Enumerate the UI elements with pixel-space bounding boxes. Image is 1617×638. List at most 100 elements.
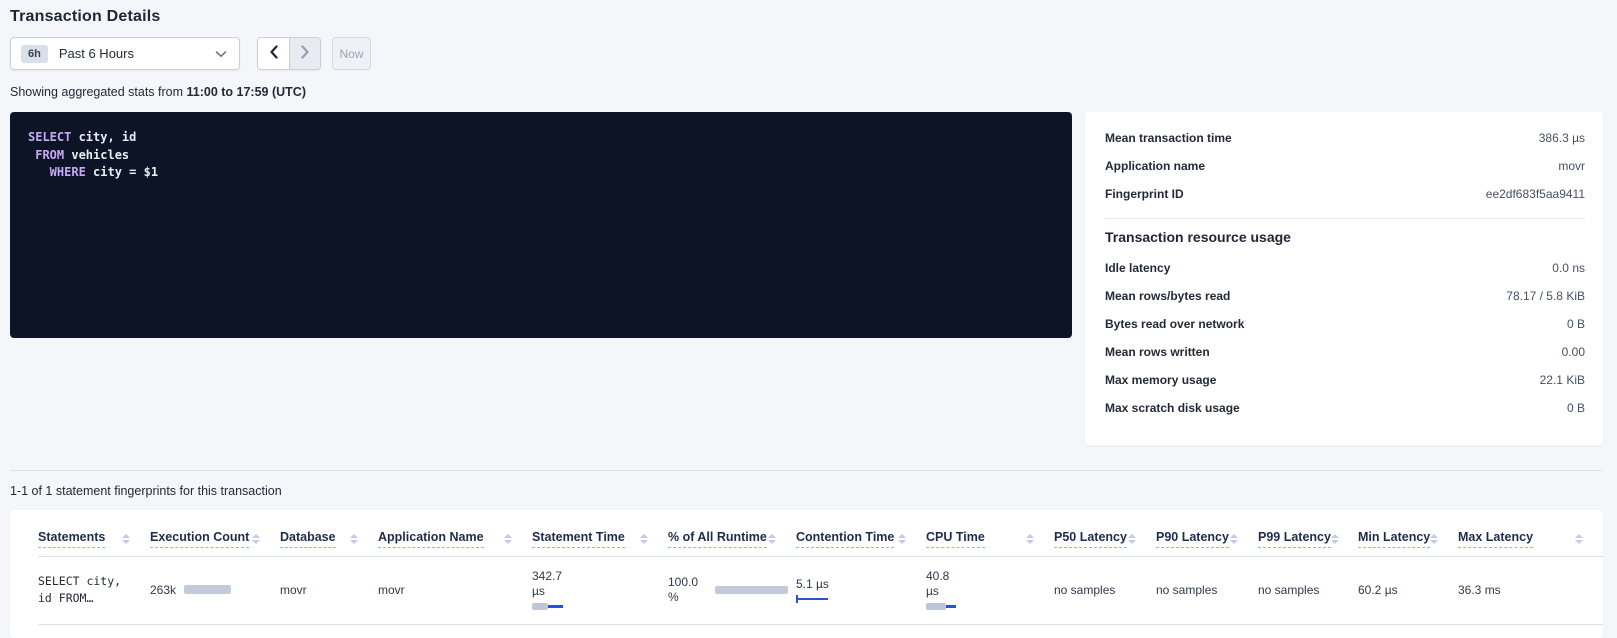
page-title: Transaction Details bbox=[10, 8, 1603, 26]
column-label: % of All Runtime bbox=[668, 530, 767, 548]
stat-row-application-name: Application name movr bbox=[1105, 152, 1585, 180]
aggregation-range-text: Showing aggregated stats from 11:00 to 1… bbox=[10, 85, 1603, 99]
column-header-percent-of-all-runtime[interactable]: % of All Runtime bbox=[668, 530, 796, 557]
sort-icon[interactable] bbox=[252, 534, 260, 544]
chevron-left-icon bbox=[269, 45, 279, 62]
statements-table: Statements Execution Count Database Appl… bbox=[38, 530, 1603, 625]
statement-link[interactable]: SELECT city, id FROM… bbox=[38, 573, 134, 607]
min-latency-value: 60.2 µs bbox=[1358, 583, 1398, 597]
cell-p99-latency: no samples bbox=[1258, 557, 1358, 625]
stat-label: Idle latency bbox=[1105, 261, 1170, 275]
cell-execution-count: 263k bbox=[150, 557, 280, 625]
section-divider bbox=[10, 470, 1603, 471]
sql-keyword: FROM bbox=[28, 148, 64, 162]
sort-icon[interactable] bbox=[1026, 534, 1034, 544]
cell-p50-latency: no samples bbox=[1054, 557, 1156, 625]
column-header-p50-latency[interactable]: P50 Latency bbox=[1054, 530, 1156, 557]
cell-database: movr bbox=[280, 557, 378, 625]
stat-label: Mean transaction time bbox=[1105, 131, 1232, 145]
cell-percent-of-all-runtime: 100.0 % bbox=[668, 557, 796, 625]
cell-application-name: movr bbox=[378, 557, 532, 625]
stat-row-max-memory-usage: Max memory usage 22.1 KiB bbox=[1105, 366, 1585, 394]
stat-value: movr bbox=[1558, 159, 1585, 173]
statements-table-card: Statements Execution Count Database Appl… bbox=[10, 510, 1603, 638]
table-header-row: Statements Execution Count Database Appl… bbox=[38, 530, 1603, 557]
aggregation-range-value: 11:00 to 17:59 (UTC) bbox=[187, 85, 306, 99]
cell-p90-latency: no samples bbox=[1156, 557, 1258, 625]
stat-value: 0.00 bbox=[1562, 345, 1585, 359]
time-controls: 6h Past 6 Hours Now bbox=[10, 37, 1603, 70]
column-label: P99 Latency bbox=[1258, 530, 1331, 548]
column-header-p99-latency[interactable]: P99 Latency bbox=[1258, 530, 1358, 557]
stat-value: ee2df683f5aa9411 bbox=[1486, 187, 1585, 201]
transaction-details-page: Transaction Details 6h Past 6 Hours Now bbox=[0, 0, 1617, 638]
sort-icon[interactable] bbox=[640, 534, 648, 544]
cell-cpu-time: 40.8 µs bbox=[926, 557, 1054, 625]
sort-icon[interactable] bbox=[898, 534, 906, 544]
column-header-p90-latency[interactable]: P90 Latency bbox=[1156, 530, 1258, 557]
cell-max-latency: 36.3 ms bbox=[1458, 557, 1603, 625]
stat-row-idle-latency: Idle latency 0.0 ns bbox=[1105, 254, 1585, 282]
contention-time-bar bbox=[796, 595, 829, 603]
prev-time-button[interactable] bbox=[258, 38, 289, 69]
percent-runtime-value: 100.0 % bbox=[668, 575, 707, 605]
stat-value: 0 B bbox=[1567, 401, 1585, 415]
p90-latency-value: no samples bbox=[1156, 583, 1217, 597]
time-range-label: Past 6 Hours bbox=[59, 46, 134, 61]
column-header-statements[interactable]: Statements bbox=[38, 530, 150, 557]
sql-text: city = $1 bbox=[86, 165, 158, 179]
stat-row-fingerprint-id: Fingerprint ID ee2df683f5aa9411 bbox=[1105, 180, 1585, 208]
time-nav-group bbox=[257, 37, 321, 70]
column-header-statement-time[interactable]: Statement Time bbox=[532, 530, 668, 557]
sort-icon[interactable] bbox=[504, 534, 512, 544]
execution-count-bar bbox=[184, 585, 231, 594]
summary-divider bbox=[1105, 218, 1585, 219]
column-header-max-latency[interactable]: Max Latency bbox=[1458, 530, 1603, 557]
column-header-contention-time[interactable]: Contention Time bbox=[796, 530, 926, 557]
now-button[interactable]: Now bbox=[332, 37, 371, 70]
sort-icon[interactable] bbox=[1230, 534, 1238, 544]
sort-icon[interactable] bbox=[1575, 534, 1583, 544]
cell-statements: SELECT city, id FROM… bbox=[38, 557, 150, 625]
cell-min-latency: 60.2 µs bbox=[1358, 557, 1458, 625]
cpu-time-bar bbox=[926, 602, 957, 610]
application-name-value: movr bbox=[378, 583, 405, 597]
sort-icon[interactable] bbox=[1128, 534, 1136, 544]
sort-icon[interactable] bbox=[1430, 534, 1438, 544]
statement-row: SELECT city, id FROM… 263k movr movr 342… bbox=[38, 557, 1603, 625]
database-value: movr bbox=[280, 583, 307, 597]
chevron-down-icon bbox=[215, 50, 227, 58]
statement-time-bar bbox=[532, 602, 564, 610]
column-label: Max Latency bbox=[1458, 530, 1533, 548]
cell-contention-time: 5.1 µs bbox=[796, 557, 926, 625]
stat-label: Mean rows/bytes read bbox=[1105, 289, 1230, 303]
column-header-min-latency[interactable]: Min Latency bbox=[1358, 530, 1458, 557]
column-header-execution-count[interactable]: Execution Count bbox=[150, 530, 280, 557]
next-time-button[interactable] bbox=[289, 38, 320, 69]
sort-icon[interactable] bbox=[122, 534, 130, 544]
column-label: Application Name bbox=[378, 530, 484, 548]
column-header-application-name[interactable]: Application Name bbox=[378, 530, 532, 557]
main-row: SELECT city, id FROM vehicles WHERE city… bbox=[10, 112, 1603, 445]
stat-label: Max scratch disk usage bbox=[1105, 401, 1240, 415]
column-header-database[interactable]: Database bbox=[280, 530, 378, 557]
chevron-right-icon bbox=[300, 45, 310, 62]
sort-icon[interactable] bbox=[768, 534, 776, 544]
time-range-dropdown[interactable]: 6h Past 6 Hours bbox=[10, 37, 240, 70]
column-label: Database bbox=[280, 530, 336, 548]
stat-label: Fingerprint ID bbox=[1105, 187, 1184, 201]
column-label: CPU Time bbox=[926, 530, 985, 548]
sort-icon[interactable] bbox=[1331, 534, 1339, 544]
column-label: Contention Time bbox=[796, 530, 894, 548]
column-header-cpu-time[interactable]: CPU Time bbox=[926, 530, 1054, 557]
statement-time-value: 342.7 µs bbox=[532, 569, 576, 599]
sql-keyword: WHERE bbox=[28, 165, 86, 179]
column-label: Execution Count bbox=[150, 530, 249, 548]
stat-label: Application name bbox=[1105, 159, 1205, 173]
time-range-badge: 6h bbox=[21, 45, 48, 63]
aggregation-range-prefix: Showing aggregated stats from bbox=[10, 85, 187, 99]
sort-icon[interactable] bbox=[350, 534, 358, 544]
stat-row-mean-rows-bytes-read: Mean rows/bytes read 78.17 / 5.8 KiB bbox=[1105, 282, 1585, 310]
statements-table-caption: 1-1 of 1 statement fingerprints for this… bbox=[10, 484, 1603, 498]
sql-text: city, id bbox=[71, 130, 136, 144]
